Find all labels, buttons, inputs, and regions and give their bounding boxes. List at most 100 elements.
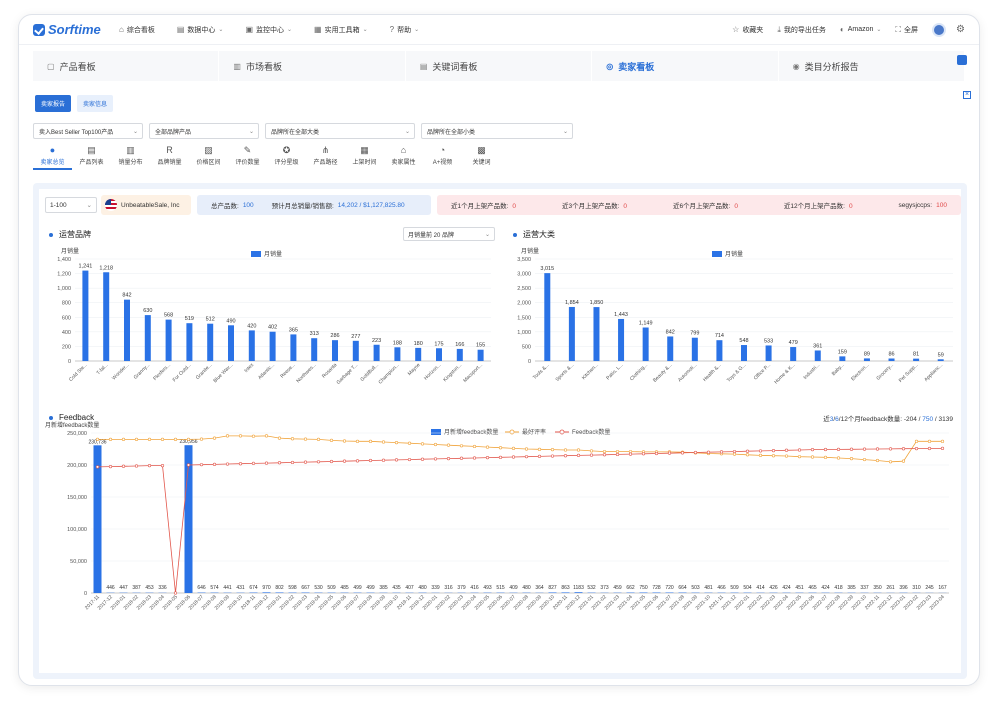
tab-market-board[interactable]: ▥ 市场看板 (219, 51, 406, 81)
bar (568, 306, 575, 361)
itab-keywords[interactable]: ▩ 关键词 (462, 145, 501, 170)
y-tick-label: 800 (62, 301, 71, 307)
y-tick-label: 150,000 (67, 495, 87, 501)
tab-seller-board[interactable]: ◎ 卖家看板 (592, 51, 779, 81)
line-point (355, 439, 360, 443)
settings-icon[interactable]: ⚙ (956, 24, 965, 35)
data-label: 970 (262, 585, 271, 591)
itab-seller-attr[interactable]: ⌂ 卖家属性 (384, 145, 423, 170)
line-point (303, 437, 308, 441)
data-label: 509 (327, 585, 336, 591)
legend-swatch (431, 429, 441, 435)
data-label: 509 (730, 585, 739, 591)
line-point (329, 438, 334, 442)
x-tick-label: Horizon... (423, 362, 442, 381)
line-point (355, 459, 360, 463)
line-point (381, 458, 386, 462)
top100-select[interactable]: 卖入Best Seller Top100产品 ⌄ (33, 123, 143, 139)
avatar[interactable] (932, 22, 947, 37)
line-point (498, 446, 503, 450)
tab-category-report[interactable]: ◉ 类目分析报告 (779, 51, 966, 81)
big-category-select[interactable]: 品牌所在全部大类 ⌄ (265, 123, 415, 139)
nav-tools[interactable]: ▦ 实用工具箱 ⌄ (314, 25, 368, 35)
nav-dashboard[interactable]: ⌂ 综合看板 (119, 25, 155, 35)
x-tick-label: Baby... (831, 362, 846, 377)
nav-help[interactable]: ? 帮助 ⌄ (390, 25, 419, 35)
x-tick-label: Cold Ste... (68, 362, 89, 383)
line-point (342, 459, 347, 463)
line-point (836, 447, 841, 451)
x-tick-label: Patio, L... (605, 362, 624, 381)
rank-select[interactable]: 1-100 ⌄ (45, 197, 97, 213)
itab-brand-sales[interactable]: R 品牌销量 (150, 145, 189, 170)
tab-keyword-board[interactable]: ▤ 关键词看板 (406, 51, 593, 81)
itab-product-list[interactable]: ▤ 产品列表 (72, 145, 111, 170)
itab-reviews[interactable]: ✎ 评价数量 (228, 145, 267, 170)
line-point (212, 436, 217, 440)
line-point (147, 437, 152, 442)
data-label: 802 (275, 585, 284, 591)
data-label: 175 (434, 341, 443, 347)
nav-label: Amazon (847, 26, 874, 33)
data-label: 385 (847, 585, 856, 591)
itab-path[interactable]: ⋔ 产品路径 (306, 145, 345, 170)
data-label: 446 (106, 585, 115, 591)
line-point (901, 459, 906, 463)
line-point (134, 464, 139, 468)
collapse-button[interactable] (957, 55, 967, 65)
itab-rating[interactable]: ✪ 评分星级 (267, 145, 306, 170)
export-tasks-link[interactable]: ⤓ 我的导出任务 (777, 25, 826, 35)
itab-price-range[interactable]: ▨ 价格区间 (189, 145, 228, 170)
nav-data-center[interactable]: ▤ 数据中心 ⌄ (177, 25, 224, 35)
line-point (290, 460, 295, 465)
y-tick-label: 500 (522, 344, 531, 350)
stat-pair: 近1个月上架产品数: 0 (451, 200, 516, 210)
itab-video[interactable]: ◔ A+视频 (423, 145, 462, 170)
tab-label: 关键词看板 (432, 61, 478, 72)
x-tick-label: Pet Supp... (898, 362, 920, 384)
tab-seller-info[interactable]: 卖家信息 (77, 95, 114, 112)
data-label: 435 (392, 585, 401, 591)
nav-label: 综合看板 (126, 26, 155, 34)
close-icon[interactable]: × (963, 91, 971, 99)
data-label: 379 (457, 585, 466, 591)
itab-launch-time[interactable]: ▦ 上架时间 (345, 145, 384, 170)
line-point (511, 446, 516, 450)
line-point (693, 450, 698, 455)
fullscreen-button[interactable]: ⛶ 全屏 (895, 25, 918, 35)
x-tick-label: For Outd... (172, 362, 193, 383)
data-label: 598 (288, 585, 297, 591)
tab-seller-report[interactable]: 卖家报告 (35, 95, 72, 112)
nav-label: 我的导出任务 (783, 26, 826, 34)
tab-product-board[interactable]: ▢ 产品看板 (33, 51, 220, 81)
data-label: 532 (587, 585, 596, 591)
nav-monitor[interactable]: ▣ 监控中心 ⌄ (245, 25, 292, 35)
logo[interactable]: Sorftime (33, 22, 119, 37)
itab-overview[interactable]: ● 卖家总览 (33, 145, 72, 170)
legend-label: 月销量 (725, 250, 743, 258)
bar (144, 315, 151, 361)
list-icon: ▤ (87, 145, 96, 155)
line-point (602, 449, 607, 454)
favorites-link[interactable]: ☆ 收藏夹 (732, 25, 763, 35)
data-label: 396 (899, 585, 908, 591)
x-tick-label: Beauty &... (652, 362, 674, 384)
video-icon: ◔ (439, 145, 446, 155)
line-point (342, 439, 347, 443)
x-tick-label: Reese... (279, 362, 296, 379)
data-label: 1,149 (639, 321, 653, 327)
itab-label: 关键词 (472, 160, 491, 166)
brand-select[interactable]: 全部品牌产品 ⌄ (149, 123, 259, 139)
data-label: 499 (366, 585, 375, 591)
line-point (329, 459, 334, 464)
line-point (446, 456, 451, 461)
line-point (459, 456, 464, 460)
small-category-select[interactable]: 品牌所在全部小类 ⌄ (421, 123, 573, 139)
itab-sales-dist[interactable]: ▥ 销量分布 (111, 145, 150, 170)
chevron-down-icon: ⌄ (132, 128, 138, 135)
stat-value: 100 (242, 201, 254, 209)
store-icon: ⌂ (400, 145, 407, 155)
data-label: 59 (938, 352, 944, 358)
line-point (823, 455, 828, 459)
marketplace-select[interactable]: ◐ Amazon ⌄ (840, 25, 882, 34)
